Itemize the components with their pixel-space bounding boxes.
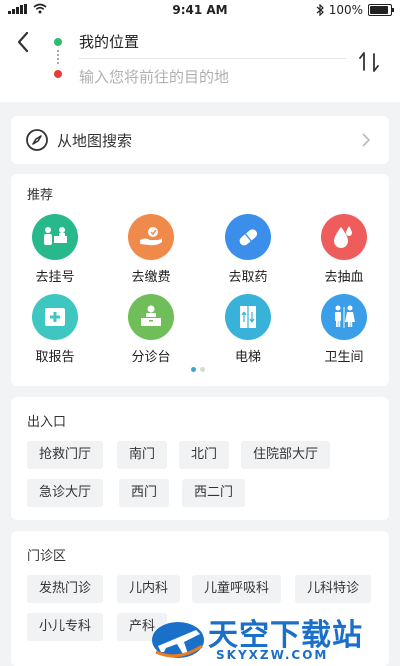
route-connector [57, 50, 59, 66]
swap-route-button[interactable] [355, 48, 383, 76]
map-search-row[interactable]: 从地图搜索 [11, 116, 389, 164]
map-search-label: 从地图搜索 [57, 131, 133, 150]
tag-clinic[interactable]: 儿童呼吸科 [192, 575, 282, 603]
recommend-item-label: 去取药 [228, 270, 268, 285]
recommend-item-elevator[interactable]: 电梯 [213, 294, 283, 365]
page-dot-active [191, 367, 196, 372]
recommend-item-triage[interactable]: 分诊台 [116, 294, 186, 365]
battery-icon [368, 4, 394, 16]
payment-icon [128, 214, 174, 260]
clinics-card: 门诊区 发热门诊 儿内科 儿童呼吸科 儿科特诊 小儿专科 产科 [11, 531, 389, 666]
tag-entrance[interactable]: 南门 [117, 441, 168, 469]
pill-icon [225, 214, 271, 260]
tag-clinic[interactable]: 发热门诊 [27, 575, 104, 603]
tag-clinic[interactable]: 儿科特诊 [295, 575, 372, 603]
tag-entrance[interactable]: 急诊大厅 [27, 479, 104, 507]
restroom-icon [321, 294, 367, 340]
recommend-item-label: 去抽血 [324, 270, 364, 285]
tag-entrance[interactable]: 北门 [179, 441, 230, 469]
recommend-item-label: 分诊台 [131, 350, 171, 365]
divider [79, 58, 347, 59]
tag-clinic[interactable]: 产科 [117, 613, 168, 641]
recommend-item-label: 取报告 [35, 350, 75, 365]
entrances-card: 出入口 抢救门厅 南门 北门 住院部大厅 急诊大厅 西门 西二门 [11, 397, 389, 520]
tag-entrance[interactable]: 西门 [119, 479, 170, 507]
recommend-item-label: 卫生间 [324, 350, 364, 365]
recommend-title: 推荐 [27, 188, 54, 203]
recommend-item-label: 去挂号 [35, 270, 75, 285]
tag-entrance[interactable]: 西二门 [182, 479, 246, 507]
start-location[interactable]: 我的位置 [79, 31, 139, 52]
tag-clinic[interactable]: 儿内科 [117, 575, 181, 603]
tag-entrance[interactable]: 抢救门厅 [27, 441, 104, 469]
tag-clinic[interactable]: 小儿专科 [27, 613, 104, 641]
recommend-item-restroom[interactable]: 卫生间 [309, 294, 379, 365]
map-compass-icon [26, 129, 48, 151]
recommend-item-registration[interactable]: 去挂号 [20, 214, 90, 285]
start-dot-icon [54, 38, 62, 46]
recommend-item-label: 去缴费 [131, 270, 171, 285]
status-bar: 9:41 AM 100% [0, 0, 400, 20]
recommend-item-blood-test[interactable]: 去抽血 [309, 214, 379, 285]
tag-entrance[interactable]: 住院部大厅 [241, 441, 331, 469]
destination-input[interactable] [79, 66, 347, 88]
destination-dot-icon [54, 70, 62, 78]
report-icon [32, 294, 78, 340]
entrances-title: 出入口 [27, 415, 67, 430]
clinics-title: 门诊区 [27, 549, 67, 564]
blood-drop-icon [321, 214, 367, 260]
recommend-item-label: 电梯 [234, 350, 261, 365]
triage-desk-icon [128, 294, 174, 340]
recommend-item-pharmacy[interactable]: 去取药 [213, 214, 283, 285]
recommend-item-report[interactable]: 取报告 [20, 294, 90, 365]
chevron-right-icon [362, 133, 371, 147]
route-header: 我的位置 [0, 20, 400, 102]
battery-percent: 100% [328, 3, 363, 17]
registration-icon [32, 214, 78, 260]
elevator-icon [225, 294, 271, 340]
page-indicator [191, 367, 205, 372]
bluetooth-icon [316, 4, 324, 16]
recommend-item-payment[interactable]: 去缴费 [116, 214, 186, 285]
status-right: 100% [316, 3, 394, 17]
page-dot [200, 367, 205, 372]
back-button[interactable] [12, 28, 36, 56]
recommend-card: 推荐 去挂号 去缴费 去取药 去抽血 取报告 分诊台 电梯 卫生间 [11, 174, 389, 386]
